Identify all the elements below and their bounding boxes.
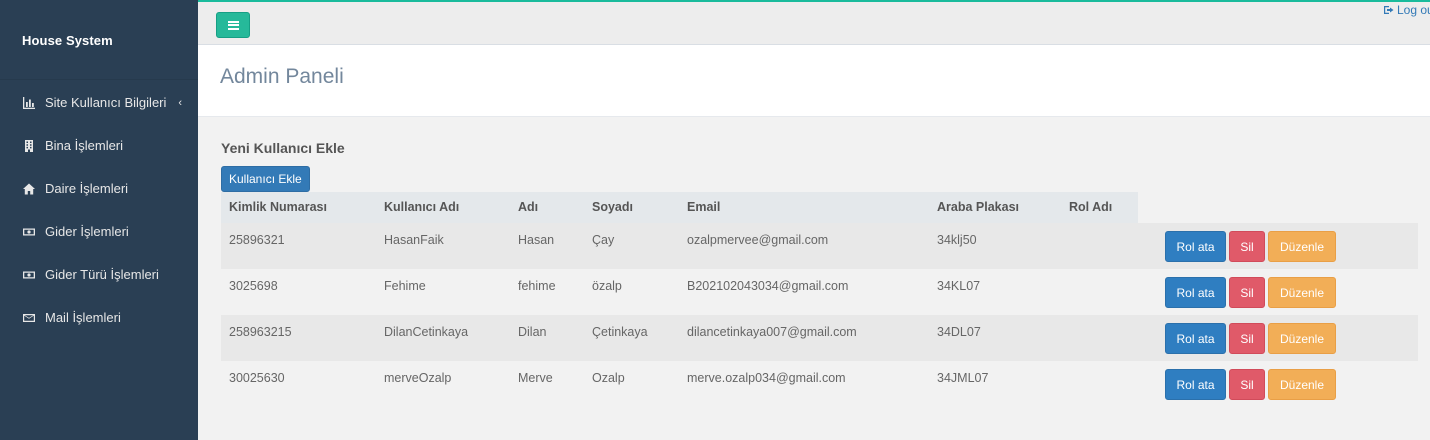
delete-button[interactable]: Sil [1229,369,1265,400]
add-user-button[interactable]: Kullanıcı Ekle [221,166,310,192]
cell-username: Fehime [384,279,426,293]
hamburger-icon [227,20,239,30]
edit-button[interactable]: Düzenle [1268,323,1336,354]
cell-surname: özalp [592,279,622,293]
cell-name: Dilan [518,325,547,339]
assign-role-button[interactable]: Rol ata [1165,369,1226,400]
cell-surname: Çay [592,233,615,247]
cell-plate: 34DL07 [937,325,981,339]
cell-username: HasanFaik [384,233,444,247]
sidebar-item-buildings[interactable]: Bina İşlemleri [0,124,198,167]
cell-name: Hasan [518,233,555,247]
column-header: Araba Plakası [937,200,1019,214]
page-title: Admin Paneli [220,65,344,88]
sign-out-icon [1384,6,1394,14]
cell-username: DilanCetinkaya [384,325,469,339]
bar-chart-icon [22,96,36,109]
sidebar-item-label: Bina İşlemleri [45,138,124,153]
envelope-icon [22,312,36,324]
table-row: 30025630 merveOzalp Merve Ozalp merve.oz… [221,361,1418,407]
cell-plate: 34JML07 [937,371,989,385]
assign-role-button[interactable]: Rol ata [1165,323,1226,354]
sidebar-item-mail[interactable]: Mail İşlemleri [0,296,198,339]
cell-email: ozalpmervee@gmail.com [687,233,829,247]
home-icon [22,183,36,195]
cell-name: fehime [518,279,556,293]
brand-logo[interactable]: House System [0,0,198,80]
sidebar-item-expenses[interactable]: Gider İşlemleri [0,210,198,253]
delete-button[interactable]: Sil [1229,323,1265,354]
chevron-left-icon: ‹ [178,96,182,109]
sidebar: House System Site Kullanıcı Bilgileri ‹ … [0,0,198,440]
delete-button[interactable]: Sil [1229,277,1265,308]
sidebar-nav: Site Kullanıcı Bilgileri ‹ Bina İşlemler… [0,81,198,339]
column-header: Email [687,200,721,214]
table-row: 3025698 Fehime fehime özalp B20210204303… [221,269,1418,315]
cell-email: B202102043034@gmail.com [687,279,849,293]
sidebar-item-site-users[interactable]: Site Kullanıcı Bilgileri ‹ [0,81,198,124]
menu-toggle-button[interactable] [216,12,250,38]
top-navbar: Log out [198,0,1430,45]
page-header: Admin Paneli [198,45,1430,117]
logout-link[interactable]: Log out [1384,3,1430,17]
sidebar-item-label: Gider Türü İşlemleri [45,267,159,282]
cell-email: merve.ozalp034@gmail.com [687,371,846,385]
cell-surname: Ozalp [592,371,625,385]
money-icon [22,269,36,281]
cell-id: 258963215 [229,325,292,339]
cell-id: 30025630 [229,371,285,385]
column-header: Soyadı [592,200,633,214]
section-title: Yeni Kullanıcı Ekle [221,140,345,156]
money-icon [22,226,36,238]
cell-email: dilancetinkaya007@gmail.com [687,325,857,339]
edit-button[interactable]: Düzenle [1268,231,1336,262]
table-row: 258963215 DilanCetinkaya Dilan Çetinkaya… [221,315,1418,361]
brand-title: House System [22,32,113,48]
users-table: Kimlik Numarası Kullanıcı Adı Adı Soyadı… [221,192,1418,407]
assign-role-button[interactable]: Rol ata [1165,231,1226,262]
sidebar-item-label: Daire İşlemleri [45,181,129,196]
edit-button[interactable]: Düzenle [1268,277,1336,308]
cell-id: 3025698 [229,279,278,293]
cell-plate: 34KL07 [937,279,981,293]
table-row: 25896321 HasanFaik Hasan Çay ozalpmervee… [221,223,1418,269]
column-header: Kimlik Numarası [229,200,327,214]
cell-name: Merve [518,371,553,385]
column-header: Rol Adı [1069,200,1113,214]
logout-label: Log out [1397,3,1430,17]
sidebar-item-apartments[interactable]: Daire İşlemleri [0,167,198,210]
building-icon [22,139,36,152]
column-header: Adı [518,200,539,214]
delete-button[interactable]: Sil [1229,231,1265,262]
column-header: Kullanıcı Adı [384,200,460,214]
sidebar-item-label: Gider İşlemleri [45,224,129,239]
sidebar-item-expense-types[interactable]: Gider Türü İşlemleri [0,253,198,296]
cell-surname: Çetinkaya [592,325,648,339]
cell-username: merveOzalp [384,371,452,385]
sidebar-item-label: Site Kullanıcı Bilgileri [45,95,167,110]
sidebar-item-label: Mail İşlemleri [45,310,121,325]
assign-role-button[interactable]: Rol ata [1165,277,1226,308]
table-header: Kimlik Numarası Kullanıcı Adı Adı Soyadı… [221,192,1418,223]
cell-id: 25896321 [229,233,285,247]
cell-plate: 34klj50 [937,233,977,247]
edit-button[interactable]: Düzenle [1268,369,1336,400]
